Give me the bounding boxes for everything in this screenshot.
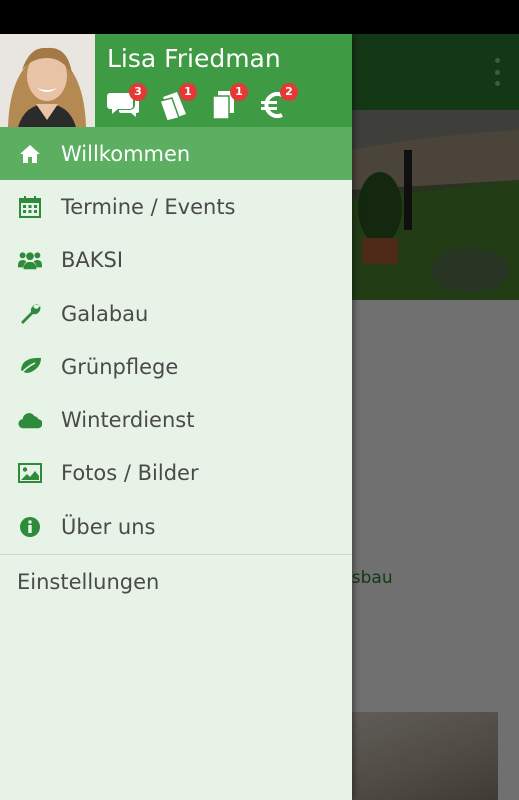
menu-item-label: Grünpflege [61, 354, 179, 379]
leaf-icon [18, 355, 42, 379]
menu-item-label: Über uns [61, 514, 156, 539]
menu-item-label: Willkommen [61, 141, 191, 166]
euro-badge: 2 [280, 83, 298, 101]
menu-item-gruenpflege[interactable]: Grünpflege [0, 340, 352, 393]
tickets-icon[interactable]: 1 [157, 83, 197, 122]
menu-item-label: Termine / Events [61, 194, 236, 219]
user-name: Lisa Friedman [107, 44, 281, 73]
menu-item-ueber-uns[interactable]: Über uns [0, 500, 352, 553]
home-icon [18, 142, 42, 166]
menu-item-label: Fotos / Bilder [61, 461, 199, 486]
menu-item-willkommen[interactable]: Willkommen [0, 127, 352, 181]
euro-icon[interactable]: 2 [258, 83, 298, 121]
tickets-badge: 1 [179, 83, 197, 101]
cloud-icon [18, 408, 42, 432]
menu-item-einstellungen[interactable]: Einstellungen [0, 555, 352, 613]
settings-label: Einstellungen [17, 570, 160, 595]
chat-badge: 3 [129, 83, 147, 101]
group-icon [18, 248, 42, 272]
menu-item-galabau[interactable]: Galabau [0, 287, 352, 340]
menu-item-label: Galabau [61, 301, 149, 326]
menu-item-fotos-bilder[interactable]: Fotos / Bilder [0, 447, 352, 500]
drawer-header: Lisa Friedman 3 1 1 2 [0, 34, 352, 127]
menu-item-label: Winterdienst [61, 408, 195, 433]
documents-badge: 1 [230, 83, 248, 101]
menu-item-label: BAKSI [61, 248, 124, 273]
drawer-menu: Willkommen Termine / Events BAKSI Galaba… [0, 127, 352, 613]
menu-item-winterdienst[interactable]: Winterdienst [0, 393, 352, 446]
avatar[interactable] [0, 34, 95, 127]
wrench-icon [18, 302, 42, 326]
menu-item-termine-events[interactable]: Termine / Events [0, 180, 352, 233]
calendar-icon [18, 195, 42, 219]
menu-item-baksi[interactable]: BAKSI [0, 234, 352, 287]
image-icon [18, 461, 42, 485]
chat-icon[interactable]: 3 [107, 83, 147, 121]
info-icon [18, 515, 42, 539]
documents-icon[interactable]: 1 [208, 83, 248, 121]
navigation-drawer: Lisa Friedman 3 1 1 2 Willkommen Termine… [0, 34, 352, 800]
status-bar [0, 0, 519, 34]
